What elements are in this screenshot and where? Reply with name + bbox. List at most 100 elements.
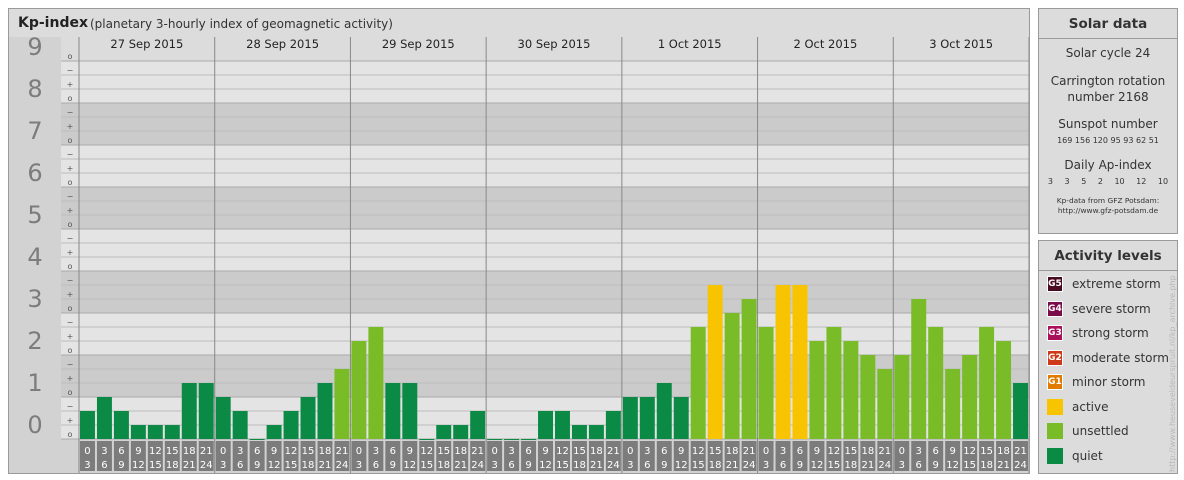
- y-band: [9, 271, 1029, 313]
- y-minor-tick: o: [68, 388, 73, 397]
- legend-label: severe storm: [1072, 301, 1151, 316]
- kp-bar: [809, 341, 825, 439]
- y-tick-label: 4: [27, 243, 42, 271]
- kp-bar: [639, 397, 655, 439]
- interval-end-label: 9: [254, 460, 260, 471]
- kp-bar: [130, 425, 146, 439]
- interval-start-label: 12: [963, 446, 976, 457]
- interval-end-label: 12: [132, 460, 145, 471]
- kp-bar: [945, 368, 961, 439]
- kp-bar: [911, 299, 927, 439]
- interval-end-label: 9: [797, 460, 803, 471]
- kp-bar-chart: 0123456789o+−o+−o+−o+−o+−o+−o+−o+−o+−o27…: [9, 37, 1029, 473]
- day-label: 3 Oct 2015: [929, 37, 993, 51]
- interval-start-label: 9: [814, 446, 820, 457]
- interval-start-label: 9: [678, 446, 684, 457]
- kp-bar: [843, 341, 859, 439]
- y-band: [9, 229, 1029, 271]
- y-band: [9, 355, 1029, 397]
- interval-end-label: 9: [118, 460, 124, 471]
- carrington-line-1: Carrington rotation: [1050, 74, 1166, 88]
- kp-bar: [300, 397, 316, 439]
- interval-start-label: 0: [627, 446, 633, 457]
- watermark: http://www.heuseveldeurspruit.nl/kp_arch…: [1168, 275, 1177, 472]
- interval-start-label: 9: [949, 446, 955, 457]
- interval-start-label: 15: [709, 446, 722, 457]
- y-tick-label: 2: [27, 327, 42, 355]
- interval-end-label: 6: [237, 460, 243, 471]
- interval-start-label: 0: [84, 446, 90, 457]
- kp-chart-panel: Kp-index (planetary 3-hourly index of ge…: [8, 8, 1030, 474]
- interval-start-label: 12: [149, 446, 162, 457]
- interval-start-label: 3: [644, 446, 650, 457]
- day-label: 1 Oct 2015: [658, 37, 722, 51]
- interval-start-label: 12: [828, 446, 841, 457]
- legend-item: G4 severe storm: [1047, 300, 1151, 318]
- interval-start-label: 9: [271, 446, 277, 457]
- kp-bar: [266, 425, 282, 439]
- solar-cycle: Solar cycle 24: [1065, 46, 1151, 60]
- interval-end-label: 18: [845, 460, 858, 471]
- interval-end-label: 24: [200, 460, 213, 471]
- legend-label: quiet: [1072, 448, 1103, 463]
- interval-start-label: 3: [916, 446, 922, 457]
- interval-end-label: 18: [166, 460, 179, 471]
- sunspot-title: Sunspot number: [1058, 117, 1158, 131]
- chart-title: Kp-index: [18, 15, 88, 31]
- y-band: [9, 313, 1029, 355]
- interval-start-label: 0: [356, 446, 362, 457]
- interval-end-label: 6: [373, 460, 379, 471]
- kp-bar: [707, 284, 723, 439]
- interval-end-label: 6: [916, 460, 922, 471]
- interval-end-label: 3: [84, 460, 90, 471]
- y-minor-tick: +: [67, 332, 74, 341]
- y-minor-tick: o: [68, 304, 73, 313]
- legend-swatch: G4: [1047, 300, 1063, 317]
- interval-end-label: 15: [692, 460, 705, 471]
- kp-bar: [894, 355, 910, 439]
- interval-start-label: 6: [118, 446, 124, 457]
- chart-title-bar: Kp-index (planetary 3-hourly index of ge…: [9, 9, 1029, 37]
- interval-end-label: 18: [980, 460, 993, 471]
- interval-end-label: 18: [709, 460, 722, 471]
- interval-start-label: 3: [508, 446, 514, 457]
- interval-end-label: 21: [319, 460, 332, 471]
- interval-start-label: 15: [980, 446, 993, 457]
- interval-start-label: 3: [101, 446, 107, 457]
- interval-end-label: 15: [420, 460, 433, 471]
- interval-end-label: 3: [491, 460, 497, 471]
- kp-bar: [877, 368, 893, 439]
- day-label: 30 Sep 2015: [518, 37, 591, 51]
- legend-item: G5 extreme storm: [1047, 275, 1161, 293]
- y-tick-label: 6: [27, 159, 42, 187]
- interval-end-label: 12: [403, 460, 416, 471]
- kp-bar: [555, 410, 570, 439]
- interval-start-label: 9: [407, 446, 413, 457]
- kp-bar: [504, 439, 520, 440]
- kp-bar: [928, 326, 944, 439]
- interval-start-label: 6: [933, 446, 939, 457]
- y-minor-tick: −: [67, 234, 74, 243]
- interval-end-label: 6: [644, 460, 650, 471]
- kp-bar: [792, 284, 808, 439]
- legend-swatch: [1047, 398, 1063, 415]
- chart-subtitle: (planetary 3-hourly index of geomagnetic…: [90, 17, 393, 31]
- interval-end-label: 24: [336, 460, 349, 471]
- interval-start-label: 21: [200, 446, 213, 457]
- kp-bar: [775, 284, 791, 439]
- kp-bar: [198, 383, 214, 439]
- kp-bar: [436, 425, 452, 439]
- interval-start-label: 9: [542, 446, 548, 457]
- interval-end-label: 18: [437, 460, 450, 471]
- interval-end-label: 3: [356, 460, 362, 471]
- kp-bar: [453, 425, 469, 439]
- kp-bar: [588, 425, 604, 439]
- interval-end-label: 24: [878, 460, 891, 471]
- interval-end-label: 21: [997, 460, 1010, 471]
- activity-panel-title: Activity levels: [1054, 248, 1162, 264]
- y-minor-tick: o: [68, 346, 73, 355]
- ap-title: Daily Ap-index: [1064, 158, 1152, 172]
- interval-end-label: 24: [1014, 460, 1027, 471]
- interval-end-label: 12: [268, 460, 281, 471]
- legend-item: active: [1047, 398, 1108, 416]
